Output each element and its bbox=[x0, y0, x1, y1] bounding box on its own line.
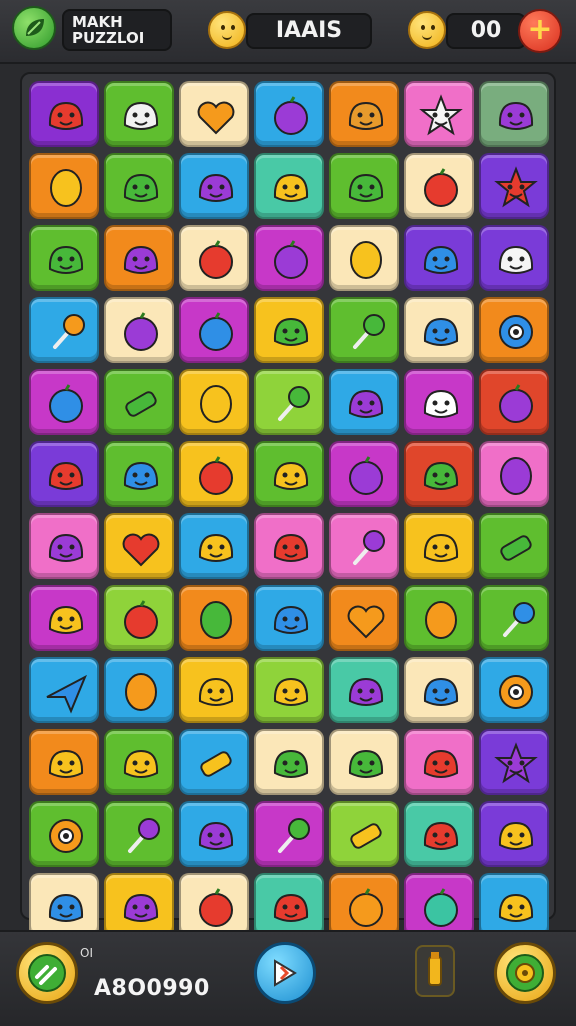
game-tile[interactable] bbox=[104, 729, 174, 795]
game-tile[interactable] bbox=[29, 585, 99, 651]
game-tile[interactable] bbox=[254, 801, 324, 867]
game-tile[interactable] bbox=[329, 513, 399, 579]
game-tile[interactable] bbox=[179, 81, 249, 147]
game-tile[interactable] bbox=[104, 369, 174, 435]
score-value: A8O0990 bbox=[94, 976, 210, 1001]
game-tile[interactable] bbox=[479, 585, 549, 651]
center-counter: IAAIS bbox=[246, 13, 372, 49]
game-tile[interactable] bbox=[104, 225, 174, 291]
leaf-logo-icon bbox=[12, 6, 56, 50]
game-tile[interactable] bbox=[29, 153, 99, 219]
game-tile[interactable] bbox=[404, 225, 474, 291]
game-tile[interactable] bbox=[404, 657, 474, 723]
game-tile[interactable] bbox=[479, 225, 549, 291]
game-tile[interactable] bbox=[329, 369, 399, 435]
settings-button[interactable] bbox=[494, 942, 556, 1004]
game-tile[interactable] bbox=[179, 153, 249, 219]
game-tile[interactable] bbox=[179, 441, 249, 507]
game-tile[interactable] bbox=[254, 585, 324, 651]
game-tile[interactable] bbox=[29, 513, 99, 579]
game-tile[interactable] bbox=[29, 801, 99, 867]
game-tile[interactable] bbox=[254, 153, 324, 219]
game-tile[interactable] bbox=[479, 153, 549, 219]
game-tile[interactable] bbox=[479, 441, 549, 507]
game-tile[interactable] bbox=[329, 801, 399, 867]
game-tile[interactable] bbox=[104, 81, 174, 147]
game-tile[interactable] bbox=[254, 297, 324, 363]
hammer-icon bbox=[28, 954, 66, 992]
game-title: MAKH PUZZLOI bbox=[62, 9, 172, 51]
coin-face-icon bbox=[208, 11, 246, 49]
title-line-1: MAKH bbox=[72, 13, 123, 31]
leaf-icon bbox=[26, 19, 44, 36]
game-tile[interactable] bbox=[29, 441, 99, 507]
game-tile[interactable] bbox=[29, 81, 99, 147]
game-tile[interactable] bbox=[329, 297, 399, 363]
game-tile[interactable] bbox=[404, 801, 474, 867]
game-tile[interactable] bbox=[104, 441, 174, 507]
game-tile[interactable] bbox=[104, 585, 174, 651]
game-tile[interactable] bbox=[479, 657, 549, 723]
game-tile[interactable] bbox=[404, 153, 474, 219]
game-tile[interactable] bbox=[179, 801, 249, 867]
game-tile[interactable] bbox=[179, 225, 249, 291]
game-tile[interactable] bbox=[404, 729, 474, 795]
game-tile[interactable] bbox=[329, 657, 399, 723]
game-tile[interactable] bbox=[29, 729, 99, 795]
title-line-2: PUZZLOI bbox=[72, 29, 145, 47]
gear-icon bbox=[506, 954, 544, 992]
shuffle-button[interactable] bbox=[254, 942, 316, 1004]
game-tile[interactable] bbox=[254, 225, 324, 291]
game-tile[interactable] bbox=[329, 729, 399, 795]
game-tile[interactable] bbox=[254, 441, 324, 507]
game-tile[interactable] bbox=[254, 513, 324, 579]
game-tile[interactable] bbox=[29, 297, 99, 363]
game-tile[interactable] bbox=[479, 801, 549, 867]
game-tile[interactable] bbox=[104, 513, 174, 579]
add-coins-button[interactable]: + bbox=[518, 9, 562, 53]
game-tile[interactable] bbox=[29, 657, 99, 723]
game-tile[interactable] bbox=[479, 297, 549, 363]
game-tile[interactable] bbox=[254, 81, 324, 147]
game-tile[interactable] bbox=[404, 297, 474, 363]
game-tile[interactable] bbox=[104, 657, 174, 723]
game-tile[interactable] bbox=[479, 513, 549, 579]
coin-counter: 00 bbox=[446, 13, 526, 49]
score-caption: OI bbox=[80, 946, 93, 960]
game-tile[interactable] bbox=[479, 369, 549, 435]
game-tile[interactable] bbox=[479, 729, 549, 795]
game-tile[interactable] bbox=[254, 657, 324, 723]
game-tile[interactable] bbox=[479, 81, 549, 147]
game-tile[interactable] bbox=[254, 369, 324, 435]
game-tile[interactable] bbox=[404, 585, 474, 651]
game-tile[interactable] bbox=[179, 585, 249, 651]
game-tile[interactable] bbox=[404, 441, 474, 507]
game-tile[interactable] bbox=[404, 513, 474, 579]
game-tile[interactable] bbox=[329, 441, 399, 507]
game-tile[interactable] bbox=[29, 369, 99, 435]
game-tile[interactable] bbox=[29, 225, 99, 291]
game-tile[interactable] bbox=[104, 153, 174, 219]
game-tile[interactable] bbox=[104, 801, 174, 867]
game-tile[interactable] bbox=[329, 225, 399, 291]
game-tile[interactable] bbox=[329, 585, 399, 651]
game-tile[interactable] bbox=[404, 81, 474, 147]
game-tile[interactable] bbox=[329, 153, 399, 219]
game-tile[interactable] bbox=[254, 729, 324, 795]
game-tile[interactable] bbox=[329, 81, 399, 147]
booster-button[interactable] bbox=[415, 945, 455, 997]
flag-icon bbox=[274, 959, 297, 987]
top-bar: MAKH PUZZLOI IAAIS 00 + bbox=[0, 0, 576, 64]
game-tile[interactable] bbox=[179, 657, 249, 723]
game-board bbox=[20, 72, 556, 939]
game-tile[interactable] bbox=[179, 729, 249, 795]
game-tile[interactable] bbox=[404, 369, 474, 435]
game-tile[interactable] bbox=[179, 369, 249, 435]
coin-face-icon-right bbox=[408, 11, 446, 49]
hammer-button[interactable] bbox=[16, 942, 78, 1004]
game-tile[interactable] bbox=[104, 297, 174, 363]
bottle-icon bbox=[428, 952, 442, 986]
game-tile[interactable] bbox=[179, 513, 249, 579]
game-tile[interactable] bbox=[179, 297, 249, 363]
